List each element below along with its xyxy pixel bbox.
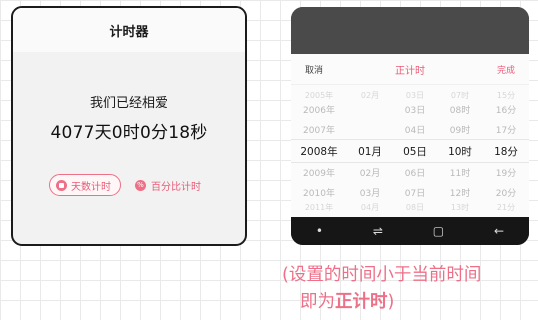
picker-row[interactable]: 2011年 04月 08日 13时 21分 xyxy=(291,202,529,212)
date-picker: 取消 正计时 完成 2005年 02月 03日 07时 15分 2006年 03日 08时 16… xyxy=(291,54,529,217)
picker-cell: 10时 xyxy=(448,145,472,158)
picker-cell: 04日 xyxy=(404,125,426,136)
status-bar xyxy=(291,7,529,54)
picker-row[interactable]: 2006年 03日 08时 16分 xyxy=(291,100,529,120)
elapsed-time: 4077天0时0分18秒 xyxy=(50,123,208,143)
picker-cell: 17分 xyxy=(495,125,517,136)
picker-cell: 2007年 xyxy=(303,125,335,136)
picker-cell: 2008年 xyxy=(300,145,338,158)
picker-wheel[interactable]: 2005年 02月 03日 07时 15分 2006年 03日 08时 16分 2007年 04日 0… xyxy=(291,90,529,212)
picker-cell: 08时 xyxy=(449,106,471,117)
calendar-icon xyxy=(56,179,67,191)
caption-line-2: 即为正计时) xyxy=(282,289,538,316)
picker-cell: 04月 xyxy=(360,202,380,212)
picker-cell: 2011年 xyxy=(304,202,334,212)
picker-cell: 03月 xyxy=(359,188,381,199)
picker-cell: 11时 xyxy=(449,169,471,180)
picker-cell: 09时 xyxy=(449,125,471,136)
back-icon[interactable]: ← xyxy=(494,224,504,238)
date-picker-phone: 取消 正计时 完成 2005年 02月 03日 07时 15分 2006年 03日 08时 16… xyxy=(291,7,529,245)
navigation-bar: • ⇌ ▢ ← xyxy=(291,217,529,245)
picker-cell: 2009年 xyxy=(303,169,335,180)
cancel-button[interactable]: 取消 xyxy=(305,63,323,76)
picker-cell: 12时 xyxy=(449,188,471,199)
picker-cell: 21分 xyxy=(496,202,516,212)
picker-cell: 13时 xyxy=(450,202,470,212)
picker-title: 正计时 xyxy=(395,65,425,77)
dot-icon[interactable]: • xyxy=(316,224,323,238)
love-label: 我们已经相爱 xyxy=(89,96,168,111)
picker-cell: 16分 xyxy=(495,106,517,117)
percent-timer-button[interactable]: % 百分比计时 xyxy=(135,178,201,193)
picker-cell: 07日 xyxy=(404,188,426,199)
picker-cell: 07时 xyxy=(450,90,470,100)
picker-row[interactable]: 2009年 02月 06日 11时 19分 xyxy=(291,163,529,183)
picker-cell: 2010年 xyxy=(303,188,335,199)
picker-cell: 03日 xyxy=(404,106,426,117)
picker-toolbar: 取消 正计时 完成 xyxy=(291,54,529,85)
picker-cell: 2006年 xyxy=(303,106,335,117)
caption-prefix: 即为 xyxy=(300,292,335,312)
timer-card: 计时器 我们已经相爱 4077天0时0分18秒 天数计时 % 百分比计时 xyxy=(11,6,247,246)
caption-line-1: (设置的时间小于当前时间 xyxy=(282,265,482,285)
caption: (设置的时间小于当前时间 即为正计时) xyxy=(282,262,538,316)
done-button[interactable]: 完成 xyxy=(497,63,515,76)
picker-cell: 15分 xyxy=(496,90,516,100)
percent-icon: % xyxy=(135,179,146,191)
days-timer-label: 天数计时 xyxy=(71,181,111,193)
picker-cell: 03日 xyxy=(405,90,425,100)
picker-cell: 01月 xyxy=(358,145,382,158)
picker-cell: 18分 xyxy=(494,145,518,158)
picker-cell: 02月 xyxy=(359,169,381,180)
picker-row[interactable]: 2005年 02月 03日 07时 15分 xyxy=(291,90,529,100)
header: 计时器 xyxy=(13,8,245,52)
days-timer-button[interactable]: 天数计时 xyxy=(49,174,121,196)
picker-row[interactable]: 2010年 03月 07日 12时 20分 xyxy=(291,183,529,203)
picker-cell: 08日 xyxy=(405,202,425,212)
picker-cell: 02月 xyxy=(360,90,380,100)
picker-cell: 19分 xyxy=(495,169,517,180)
picker-cell: 20分 xyxy=(495,188,517,199)
percent-timer-label: 百分比计时 xyxy=(151,181,201,193)
caption-suffix: ) xyxy=(387,292,395,312)
picker-cell: 2005年 xyxy=(304,90,334,100)
page-title: 计时器 xyxy=(109,24,149,40)
recent-apps-icon[interactable]: ⇌ xyxy=(373,224,383,238)
picker-cell: 06日 xyxy=(404,169,426,180)
picker-row[interactable]: 2007年 04日 09时 17分 xyxy=(291,120,529,140)
home-icon[interactable]: ▢ xyxy=(433,224,444,238)
mode-buttons: 天数计时 % 百分比计时 xyxy=(49,174,201,196)
caption-bold: 正计时 xyxy=(335,292,388,312)
picker-cell: 05日 xyxy=(403,145,427,158)
picker-selected-row[interactable]: 2008年 01月 05日 10时 18分 xyxy=(291,139,529,163)
